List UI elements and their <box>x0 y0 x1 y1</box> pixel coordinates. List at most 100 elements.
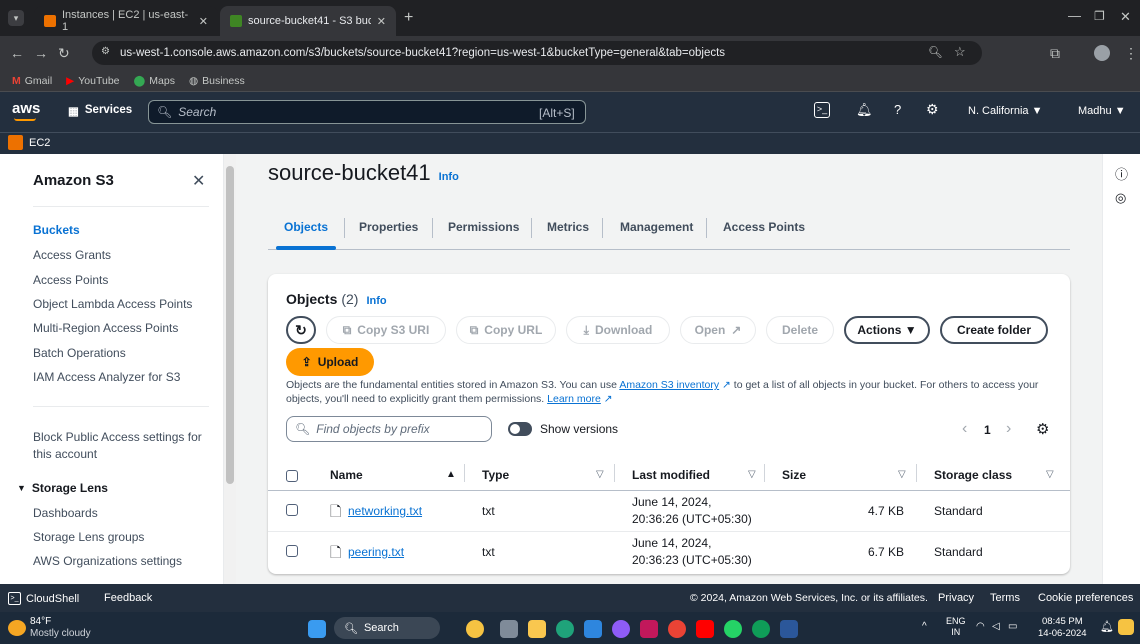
tab-metrics[interactable]: Metrics <box>547 220 589 234</box>
find-objects-input[interactable]: 🔍︎ Find objects by prefix <box>286 416 492 442</box>
download-button[interactable]: ⤓ Download <box>566 316 670 344</box>
clock-date[interactable]: 14-06-2024 <box>1038 628 1087 639</box>
region-selector[interactable]: N. California ▼ <box>968 105 1042 117</box>
wifi-icon[interactable]: ◠ <box>976 621 985 632</box>
battery-icon[interactable]: ▭ <box>1008 621 1017 632</box>
sort-icon[interactable]: ▽ <box>1046 469 1054 480</box>
copy-url-button[interactable]: ⧉ Copy URL <box>456 316 556 344</box>
close-tab-icon[interactable]: ✕ <box>377 15 386 28</box>
s3-inventory-link[interactable]: Amazon S3 inventory <box>619 379 719 391</box>
column-header-name[interactable]: Name <box>330 468 363 482</box>
tab-management[interactable]: Management <box>620 220 693 234</box>
sidebar-item-buckets[interactable]: Buckets <box>33 223 80 237</box>
restore-window-icon[interactable]: ❐ <box>1094 9 1105 23</box>
language-indicator[interactable]: ENG IN <box>946 616 966 638</box>
cookie-preferences-link[interactable]: Cookie preferences <box>1038 592 1133 604</box>
sidebar-item-access-points[interactable]: Access Points <box>33 273 108 287</box>
sidebar-item-lens-groups[interactable]: Storage Lens groups <box>33 530 144 544</box>
youtube-icon[interactable] <box>696 620 714 638</box>
settings-gear-icon[interactable]: ⚙ <box>926 101 939 118</box>
reload-icon[interactable]: ↻ <box>58 45 70 61</box>
clock-time[interactable]: 08:45 PM <box>1042 616 1083 627</box>
cloudshell-icon[interactable]: >_ <box>814 102 830 118</box>
object-name-link[interactable]: peering.txt <box>348 545 404 559</box>
refresh-button[interactable]: ↻ <box>286 316 316 344</box>
feedback-panel-icon[interactable]: ◎ <box>1115 190 1126 206</box>
tray-overflow-icon[interactable]: ^ <box>922 621 927 632</box>
bookmark-business[interactable]: ◍ Business <box>189 75 245 87</box>
site-info-icon[interactable]: ⚙ <box>101 46 110 57</box>
current-page[interactable]: 1 <box>984 423 991 437</box>
bookmark-maps[interactable]: ⬤ Maps <box>134 75 175 87</box>
sort-ascending-icon[interactable]: ▲ <box>446 469 456 480</box>
taskbar-search[interactable]: 🔍︎ Search <box>334 617 440 639</box>
sidebar-item-block-public-access[interactable]: Block Public Access settings for this ac… <box>33 429 203 463</box>
sidebar-item-multi-region[interactable]: Multi-Region Access Points <box>33 321 178 335</box>
select-all-checkbox[interactable] <box>286 470 298 482</box>
services-menu[interactable]: ▦ Services <box>68 104 132 118</box>
row-checkbox[interactable] <box>286 545 298 557</box>
sort-icon[interactable]: ▽ <box>898 469 906 480</box>
cloudshell-button[interactable]: >_ CloudShell <box>8 592 79 605</box>
profile-avatar[interactable] <box>1094 45 1110 61</box>
widgets-icon[interactable] <box>466 620 484 638</box>
sidebar-scrollbar[interactable] <box>224 154 236 584</box>
show-versions-toggle[interactable]: Show versions <box>508 422 618 436</box>
chrome-icon[interactable] <box>668 620 686 638</box>
account-menu[interactable]: Madhu ▼ <box>1078 105 1126 117</box>
store-icon[interactable] <box>584 620 602 638</box>
tab-objects[interactable]: Objects <box>284 220 328 234</box>
object-name-link[interactable]: networking.txt <box>348 504 422 518</box>
url-input[interactable]: ⚙ us-west-1.console.aws.amazon.com/s3/bu… <box>92 41 982 65</box>
delete-button[interactable]: Delete <box>766 316 834 344</box>
sidebar-item-org-settings[interactable]: AWS Organizations settings <box>33 554 182 568</box>
actions-dropdown[interactable]: Actions ▼ <box>844 316 930 344</box>
browser-tab-ec2[interactable]: Instances | EC2 | us-east-1 ✕ <box>34 6 218 36</box>
info-link[interactable]: Info <box>439 171 459 183</box>
open-button[interactable]: Open ↗ <box>680 316 756 344</box>
bookmark-youtube[interactable]: ▶ YouTube <box>66 75 119 87</box>
row-checkbox[interactable] <box>286 504 298 516</box>
sort-icon[interactable]: ▽ <box>748 469 756 480</box>
whatsapp-icon[interactable] <box>724 620 742 638</box>
column-header-last-modified[interactable]: Last modified <box>632 468 710 482</box>
forward-arrow-icon[interactable]: → <box>34 45 48 61</box>
new-tab-icon[interactable]: + <box>404 9 413 27</box>
help-icon[interactable]: ? <box>894 102 901 117</box>
prev-page-icon[interactable]: ‹ <box>962 420 967 438</box>
volume-icon[interactable]: ◁ <box>992 621 1000 632</box>
bookmark-star-icon[interactable]: ☆ <box>954 44 966 60</box>
privacy-link[interactable]: Privacy <box>938 592 974 604</box>
tab-permissions[interactable]: Permissions <box>448 220 519 234</box>
storage-lens-toggle[interactable]: ▼ Storage Lens <box>17 481 108 495</box>
create-folder-button[interactable]: Create folder <box>940 316 1048 344</box>
sidebar-item-batch-operations[interactable]: Batch Operations <box>33 346 126 360</box>
sidebar-item-dashboards[interactable]: Dashboards <box>33 506 98 520</box>
table-row[interactable]: 🗋 peering.txt txt June 14, 2024, 20:36:2… <box>268 532 1070 572</box>
terms-link[interactable]: Terms <box>990 592 1020 604</box>
bookmark-gmail[interactable]: M Gmail <box>12 75 52 87</box>
sidebar-item-access-grants[interactable]: Access Grants <box>33 248 111 262</box>
windows-start-icon[interactable] <box>308 620 326 638</box>
browser-menu-icon[interactable]: ⋮ <box>1124 45 1138 61</box>
feedback-link[interactable]: Feedback <box>104 592 152 604</box>
browser-icon[interactable] <box>752 620 770 638</box>
copilot-icon[interactable] <box>612 620 630 638</box>
table-preferences-gear-icon[interactable]: ⚙ <box>1036 420 1049 438</box>
task-view-icon[interactable] <box>500 620 518 638</box>
word-icon[interactable] <box>780 620 798 638</box>
close-tab-icon[interactable]: ✕ <box>199 15 208 28</box>
upload-button[interactable]: ⇪ Upload <box>286 348 374 376</box>
column-header-storage-class[interactable]: Storage class <box>934 468 1012 482</box>
objects-info-link[interactable]: Info <box>366 295 386 307</box>
scrollbar-thumb[interactable] <box>226 166 234 484</box>
next-page-icon[interactable]: › <box>1006 420 1011 438</box>
sidebar-item-iam-analyzer[interactable]: IAM Access Analyzer for S3 <box>33 370 180 384</box>
back-arrow-icon[interactable]: ← <box>10 45 24 61</box>
weather-icon[interactable] <box>8 620 26 636</box>
close-window-icon[interactable]: ✕ <box>1120 9 1131 25</box>
zoom-icon[interactable]: 🔍︎ <box>928 45 943 59</box>
column-header-size[interactable]: Size <box>782 468 806 482</box>
tab-properties[interactable]: Properties <box>359 220 418 234</box>
tab-list-icon[interactable]: ▾ <box>8 10 24 26</box>
